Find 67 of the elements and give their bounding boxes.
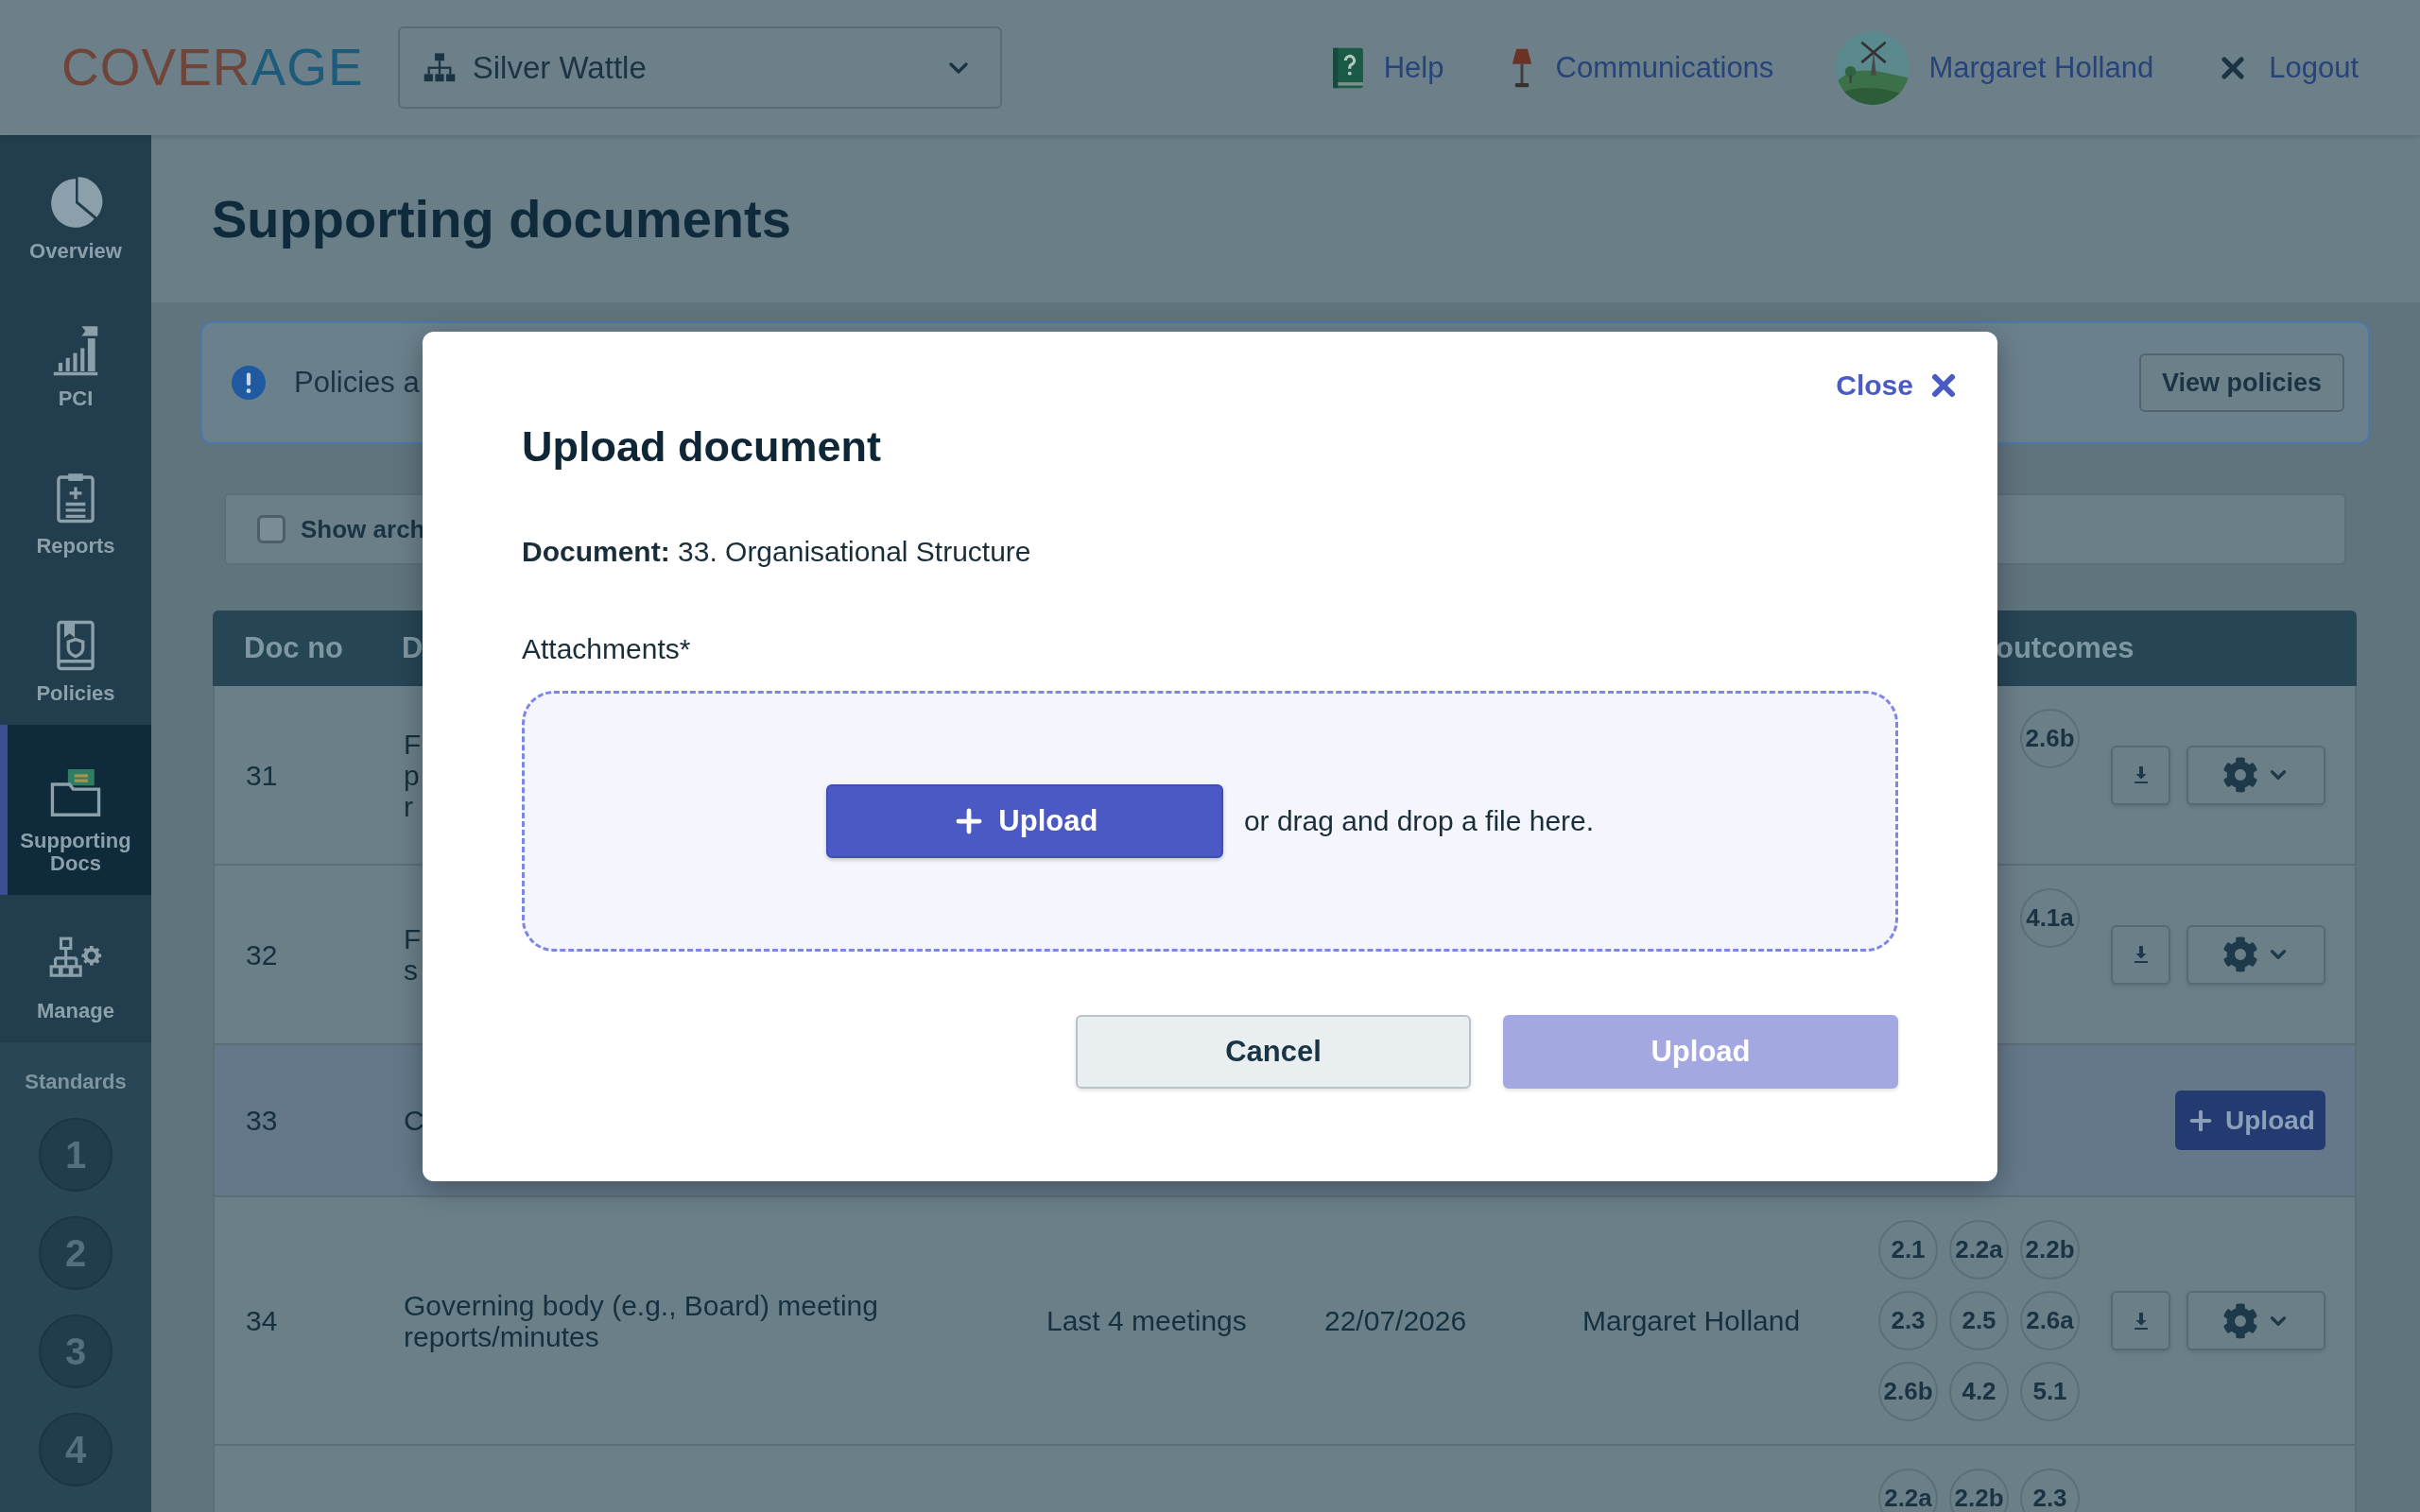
doc-number: 33 bbox=[246, 1105, 278, 1136]
outcome-chip: 2.3 bbox=[1878, 1291, 1938, 1350]
outcome-chip: 2.6b bbox=[2020, 709, 2080, 768]
document-name: Document: 33. Organisational Structure bbox=[522, 534, 1031, 569]
outcome-chip: 2.2b bbox=[1949, 1469, 2009, 1512]
page-title: Supporting documents bbox=[212, 188, 791, 249]
view-policies-button[interactable]: View policies bbox=[2138, 353, 2344, 412]
outcome-chip: 2.2b bbox=[2020, 1220, 2080, 1280]
nav-item[interactable]: Overview bbox=[0, 135, 151, 283]
settings-icon bbox=[2221, 757, 2258, 793]
close-button[interactable]: Close bbox=[1836, 366, 1961, 404]
field-label: Attachments* bbox=[522, 631, 691, 666]
document-description: C bbox=[404, 1105, 424, 1136]
doc-number: 34 bbox=[246, 1305, 278, 1336]
frequency: Last 4 meetings bbox=[1046, 1305, 1247, 1336]
settings-menu-button[interactable] bbox=[2187, 745, 2325, 805]
download-button[interactable] bbox=[2111, 924, 2170, 985]
download-button[interactable] bbox=[2111, 745, 2170, 805]
nav-item[interactable]: Reports bbox=[0, 430, 151, 577]
help-book-icon bbox=[1330, 45, 1365, 90]
column-header: Doc no bbox=[244, 631, 344, 665]
communications-link[interactable]: Communications bbox=[1506, 45, 1774, 90]
banner-text: Policies a bbox=[294, 366, 420, 400]
outcome-chip: 2.1 bbox=[1878, 1220, 1938, 1280]
outcome-chip: 2.5 bbox=[1949, 1291, 2009, 1350]
upload-file-button[interactable]: Upload bbox=[825, 783, 1223, 858]
download-button[interactable] bbox=[2111, 1291, 2170, 1350]
nav-item[interactable]: Policies bbox=[0, 577, 151, 725]
column-header: outcomes bbox=[1996, 631, 2135, 665]
cancel-button[interactable]: Cancel bbox=[1076, 1014, 1471, 1089]
dropzone-hint: or drag and drop a file here. bbox=[1243, 804, 1595, 837]
standards-heading: Standards bbox=[25, 1071, 127, 1093]
upload-button[interactable]: Upload bbox=[2175, 1091, 2325, 1150]
archive-checkbox[interactable] bbox=[257, 515, 285, 543]
outcome-chip: 2.6a bbox=[2020, 1291, 2080, 1350]
profile-link[interactable]: Margaret Holland bbox=[1836, 30, 2154, 105]
doc-number: 31 bbox=[246, 759, 278, 791]
document-description: F s bbox=[404, 923, 422, 986]
logo: COVERAGE bbox=[61, 42, 364, 94]
nav-item[interactable]: PCI bbox=[0, 283, 151, 430]
outcome-chip: 4.1a bbox=[2020, 888, 2080, 948]
settings-icon bbox=[2221, 1302, 2258, 1339]
file-dropzone[interactable]: Upload or drag and drop a file here. bbox=[522, 690, 1898, 952]
site-selector[interactable]: Silver Wattle bbox=[397, 26, 1002, 109]
due-date: 22/07/2026 bbox=[1324, 1305, 1467, 1336]
nav-item[interactable]: Manage bbox=[0, 895, 151, 1042]
outcome-chip: 4.2 bbox=[1949, 1362, 2009, 1421]
outcome-chip: 5.1 bbox=[2020, 1362, 2080, 1421]
settings-menu-button[interactable] bbox=[2187, 1291, 2325, 1350]
outcome-chip: 2.6b bbox=[1878, 1362, 1938, 1421]
sitemap-icon bbox=[423, 52, 456, 83]
logout-link[interactable]: Logout bbox=[2216, 50, 2359, 85]
settings-menu-button[interactable] bbox=[2187, 924, 2325, 985]
document-description: Governing body (e.g., Board) meeting reports/minutes bbox=[404, 1289, 878, 1352]
column-header: D bbox=[402, 631, 424, 665]
settings-icon bbox=[2221, 936, 2258, 972]
document-description: F p r bbox=[404, 728, 422, 822]
outcome-chip: 2.2a bbox=[1949, 1220, 2009, 1280]
responsible-person: Margaret Holland bbox=[1582, 1305, 1801, 1336]
doc-number: 32 bbox=[246, 938, 278, 971]
nav-item[interactable]: Supporting Docs bbox=[0, 725, 151, 895]
dialog-title: Upload document bbox=[522, 421, 881, 472]
info-icon bbox=[232, 366, 266, 400]
outcome-chip: 2.3 bbox=[2020, 1469, 2080, 1512]
outcome-chip: 2.2a bbox=[1878, 1469, 1938, 1512]
checkbox-label: Show arch bbox=[301, 514, 425, 544]
help-link[interactable]: Help bbox=[1330, 45, 1444, 90]
